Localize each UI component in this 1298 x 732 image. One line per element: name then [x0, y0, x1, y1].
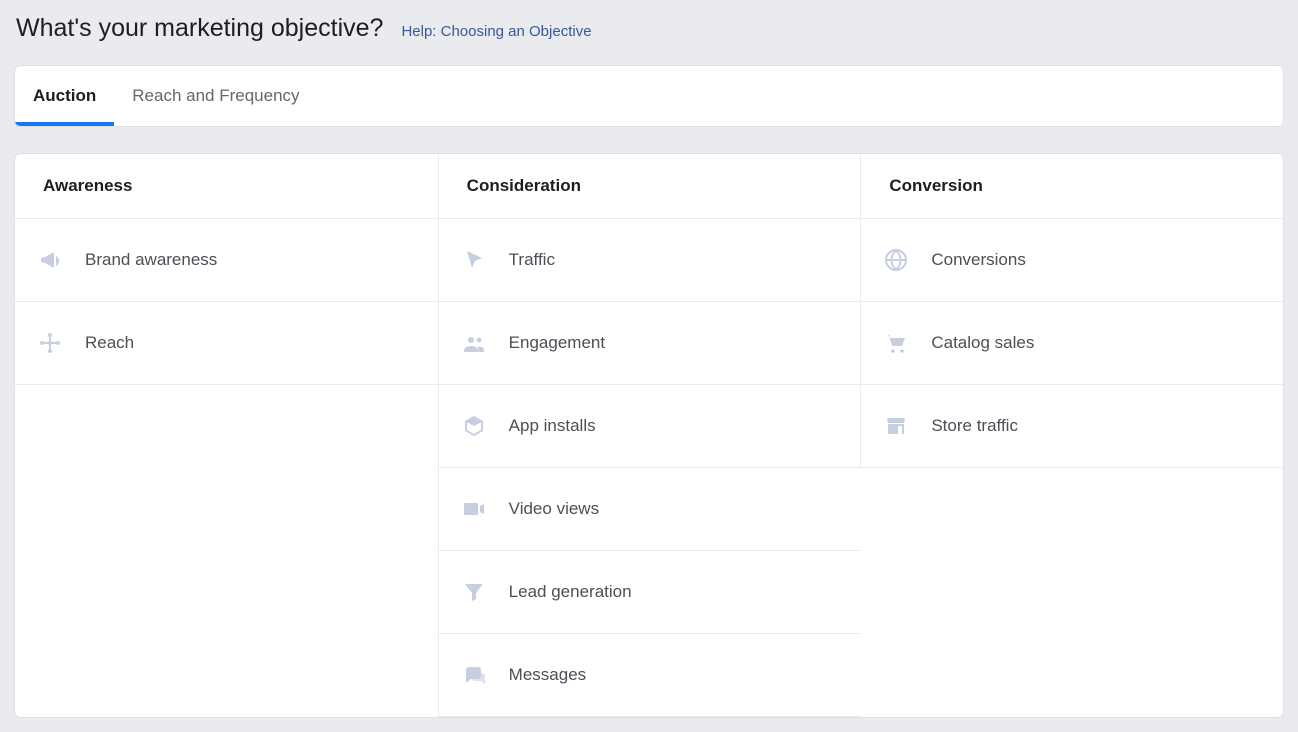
people-icon [461, 330, 487, 356]
objective-label: Reach [85, 333, 134, 353]
help-link[interactable]: Help: Choosing an Objective [401, 23, 591, 40]
tab-auction[interactable]: Auction [15, 66, 114, 126]
chat-icon [461, 662, 487, 688]
video-icon [461, 496, 487, 522]
objectives-card: Awareness Brand awareness Reach Consider… [14, 153, 1284, 718]
col-header-consideration: Consideration [438, 154, 861, 219]
objective-engagement[interactable]: Engagement [438, 302, 861, 385]
col-header-awareness: Awareness [15, 154, 438, 219]
col-consideration: Consideration Traffic Engagement App ins… [438, 154, 861, 717]
objective-label: App installs [509, 416, 596, 436]
tab-reach-frequency[interactable]: Reach and Frequency [114, 66, 317, 126]
objective-label: Catalog sales [931, 333, 1034, 353]
page-title: What's your marketing objective? [16, 14, 383, 43]
col-awareness: Awareness Brand awareness Reach [15, 154, 438, 717]
objective-label: Engagement [509, 333, 605, 353]
tab-label: Auction [33, 86, 96, 106]
objective-catalog-sales[interactable]: Catalog sales [860, 302, 1283, 385]
objective-label: Video views [509, 499, 599, 519]
tabs-bar: Auction Reach and Frequency [14, 65, 1284, 127]
globe-icon [883, 247, 909, 273]
objective-store-traffic[interactable]: Store traffic [860, 385, 1283, 468]
objective-lead-generation[interactable]: Lead generation [438, 551, 861, 634]
objective-label: Lead generation [509, 582, 632, 602]
objective-reach[interactable]: Reach [15, 302, 438, 385]
objective-label: Conversions [931, 250, 1026, 270]
objective-traffic[interactable]: Traffic [438, 219, 861, 302]
objective-label: Messages [509, 665, 586, 685]
objective-messages[interactable]: Messages [438, 634, 861, 717]
objective-conversions[interactable]: Conversions [860, 219, 1283, 302]
col-header-conversion: Conversion [860, 154, 1283, 219]
objective-label: Traffic [509, 250, 555, 270]
objective-video-views[interactable]: Video views [438, 468, 861, 551]
objective-label: Brand awareness [85, 250, 217, 270]
tab-label: Reach and Frequency [132, 86, 299, 106]
col-conversion: Conversion Conversions Catalog sales Sto… [860, 154, 1283, 717]
objective-brand-awareness[interactable]: Brand awareness [15, 219, 438, 302]
objective-label: Store traffic [931, 416, 1018, 436]
store-icon [883, 413, 909, 439]
network-icon [37, 330, 63, 356]
cube-icon [461, 413, 487, 439]
megaphone-icon [37, 247, 63, 273]
funnel-icon [461, 579, 487, 605]
objective-app-installs[interactable]: App installs [438, 385, 861, 468]
cursor-icon [461, 247, 487, 273]
cart-icon [883, 330, 909, 356]
